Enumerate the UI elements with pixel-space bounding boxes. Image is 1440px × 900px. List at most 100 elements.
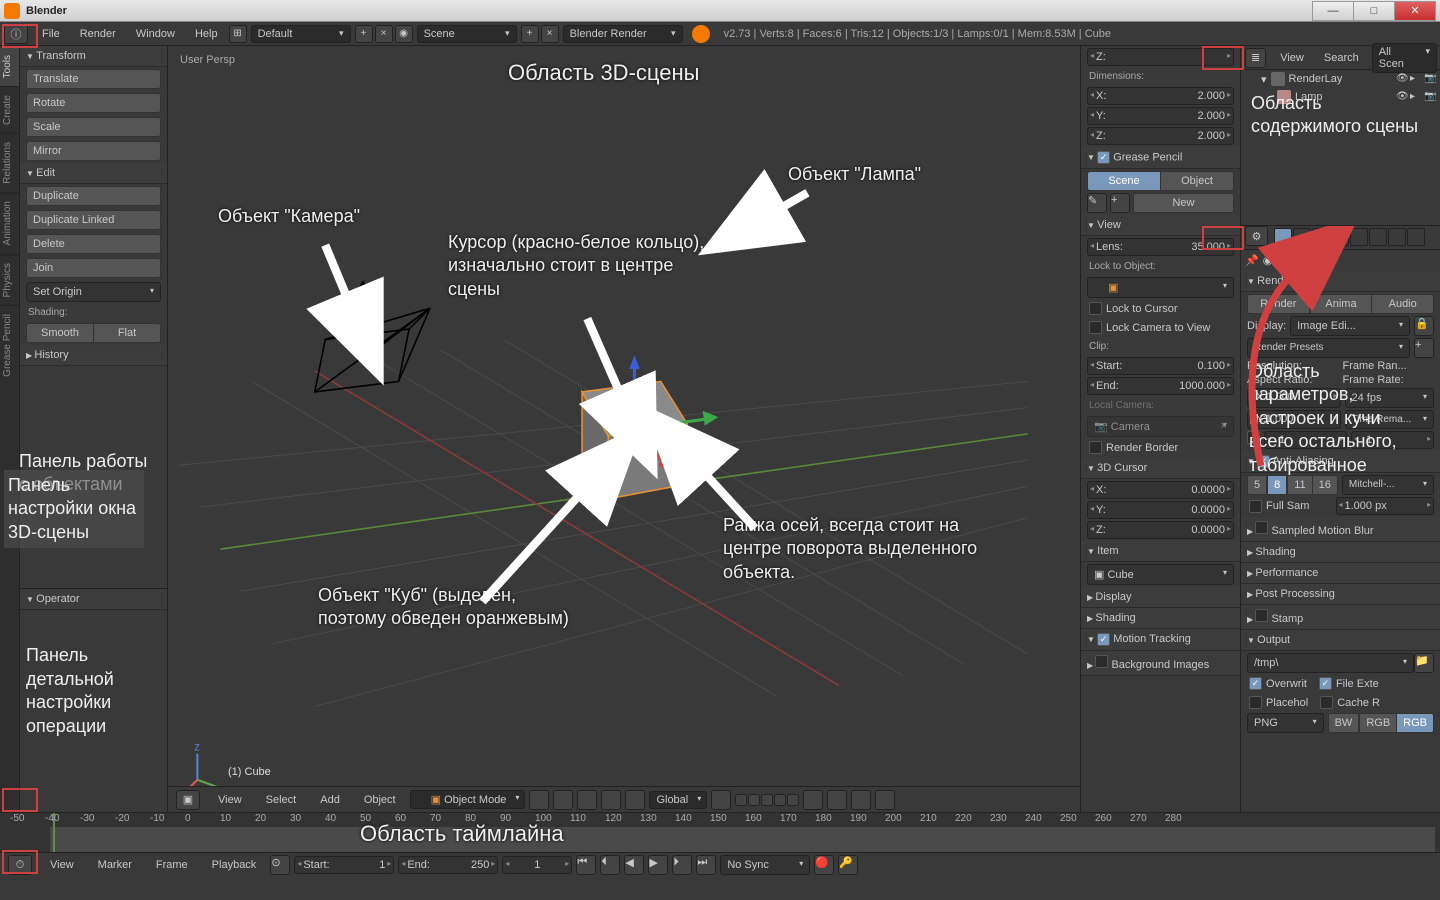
orientation-dropdown[interactable]: Global — [649, 791, 707, 809]
gp-add-icon[interactable]: + — [1110, 193, 1130, 213]
vp-menu-object[interactable]: Object — [354, 788, 406, 812]
post-header[interactable]: Post Processing — [1241, 584, 1440, 605]
render-preview-icon[interactable] — [851, 790, 871, 810]
rotate-button[interactable]: Rotate — [26, 93, 161, 113]
screen-layout-dropdown[interactable]: Default — [251, 25, 351, 43]
history-panel-header[interactable]: History — [20, 345, 167, 366]
item-name-field[interactable]: ▣ Cube — [1087, 564, 1234, 585]
aa-px-field[interactable]: 1.000 px — [1336, 497, 1435, 515]
tab-relations[interactable]: Relations — [0, 133, 19, 192]
viewport-editor-type-icon[interactable]: ▣ — [176, 790, 200, 810]
jump-start-icon[interactable]: ⏮ — [576, 855, 596, 875]
render-anim-icon[interactable] — [875, 790, 895, 810]
tab-physics[interactable]: Physics — [0, 254, 19, 305]
lock-object-field[interactable]: ▣ — [1087, 277, 1234, 298]
vp-menu-add[interactable]: Add — [310, 788, 350, 812]
vp-menu-select[interactable]: Select — [256, 788, 307, 812]
clip-end-field[interactable]: End:1000.000 — [1087, 377, 1234, 395]
tl-current-field[interactable]: 1 — [502, 856, 572, 874]
menu-help[interactable]: Help — [185, 22, 228, 46]
menu-render[interactable]: Render — [70, 22, 126, 46]
viewport-3d[interactable]: User Persp (1) Cube — [168, 46, 1080, 786]
anim-tab[interactable]: Anima — [1310, 294, 1373, 314]
gp-object-button[interactable]: Object — [1161, 171, 1234, 191]
outliner-item-renderlayer[interactable]: ▾ RenderLay 👁▸📷 — [1241, 70, 1440, 88]
duplicate-button[interactable]: Duplicate — [26, 186, 161, 206]
vp-menu-view[interactable]: View — [208, 788, 252, 812]
mode-dropdown[interactable]: ▣ Object Mode — [410, 790, 526, 809]
ptab-constraint-icon[interactable] — [1369, 228, 1387, 246]
transform-panel-header[interactable]: Transform — [20, 46, 167, 67]
layout-del-button[interactable]: × — [375, 25, 393, 43]
operator-panel-header[interactable]: Operator — [20, 589, 167, 610]
join-button[interactable]: Join — [26, 258, 161, 278]
edit-panel-header[interactable]: Edit — [20, 163, 167, 184]
scene-del-button[interactable]: × — [541, 25, 559, 43]
minimize-button[interactable]: — — [1312, 1, 1354, 21]
output-path-field[interactable]: /tmp\ — [1247, 653, 1414, 673]
scene-dropdown[interactable]: Scene — [417, 25, 517, 43]
vis-icon[interactable]: 👁 — [1396, 73, 1408, 85]
autokey-icon[interactable]: 🔴 — [814, 855, 834, 875]
ptab-material-icon[interactable] — [1274, 247, 1292, 265]
render-border-checkbox[interactable] — [1089, 441, 1102, 454]
bw-button[interactable]: BW — [1328, 713, 1360, 733]
ptab-scene-icon[interactable] — [1312, 228, 1330, 246]
smooth-button[interactable]: Smooth — [26, 323, 94, 343]
format-dropdown[interactable]: PNG — [1247, 713, 1324, 733]
clip-start-field[interactable]: Start:0.100 — [1087, 357, 1234, 375]
tab-create[interactable]: Create — [0, 86, 19, 133]
cursor-header[interactable]: 3D Cursor — [1081, 458, 1240, 479]
snap-target-icon[interactable] — [827, 790, 847, 810]
layers-icon[interactable] — [711, 790, 731, 810]
layout-icon[interactable]: ⊞ — [229, 25, 247, 43]
bg-header[interactable]: Background Images — [1081, 651, 1240, 676]
timeline-ruler[interactable]: -50-40-30-20-100102030405060708090100110… — [0, 813, 1440, 853]
close-button[interactable]: ✕ — [1394, 1, 1436, 21]
dim-x-field[interactable]: X:2.000 — [1087, 87, 1234, 105]
timeline-editor-type-icon[interactable]: ⏱ — [8, 855, 32, 875]
dim-y-field[interactable]: Y:2.000 — [1087, 107, 1234, 125]
tl-range-icon[interactable]: ⊙ — [270, 855, 290, 875]
play-reverse-icon[interactable]: ◀ — [624, 855, 644, 875]
shading-mode-icon[interactable] — [529, 790, 549, 810]
flat-button[interactable]: Flat — [94, 323, 161, 343]
smb-header[interactable]: Sampled Motion Blur — [1241, 517, 1440, 542]
gp-header[interactable]: Grease Pencil — [1081, 147, 1240, 169]
props-editor-type-icon[interactable]: ⚙ — [1245, 226, 1268, 246]
play-icon[interactable]: ▶ — [648, 855, 668, 875]
motion-header[interactable]: Motion Tracking — [1081, 629, 1240, 651]
lock-camera-checkbox[interactable] — [1089, 321, 1102, 334]
keyframe-prev-icon[interactable]: ⏴ — [600, 855, 620, 875]
scene-add-button[interactable]: + — [521, 25, 539, 43]
menu-file[interactable]: File — [32, 22, 70, 46]
cache-checkbox[interactable] — [1320, 696, 1333, 709]
shading-header[interactable]: Shading — [1081, 608, 1240, 629]
ptab-object-icon[interactable] — [1350, 228, 1368, 246]
gp-scene-button[interactable]: Scene — [1087, 171, 1161, 191]
browse-icon[interactable]: 📁 — [1414, 653, 1434, 673]
ptab-modifier-icon[interactable] — [1388, 228, 1406, 246]
translate-button[interactable]: Translate — [26, 69, 161, 89]
layout-add-button[interactable]: + — [355, 25, 373, 43]
layer-buttons[interactable] — [735, 794, 799, 806]
lock-icon[interactable]: 🔒 — [1414, 316, 1434, 336]
dim-z-field[interactable]: Z:2.000 — [1087, 127, 1234, 145]
ptab-world-icon[interactable] — [1331, 228, 1349, 246]
rgb-button[interactable]: RGB — [1359, 713, 1397, 733]
keyframe-next-icon[interactable]: ⏵ — [672, 855, 692, 875]
view-header[interactable]: View — [1081, 215, 1240, 236]
ptab-render-icon[interactable] — [1274, 228, 1292, 246]
rend-icon[interactable]: 📷 — [1424, 73, 1436, 85]
tl-menu-frame[interactable]: Frame — [146, 853, 198, 877]
delete-button[interactable]: Delete — [26, 234, 161, 254]
pivot-icon[interactable] — [553, 790, 573, 810]
tl-menu-view[interactable]: View — [40, 853, 84, 877]
manipulator-rotate-icon[interactable] — [601, 790, 621, 810]
sel-icon[interactable]: ▸ — [1410, 73, 1422, 85]
lens-field[interactable]: Lens:35.000 — [1087, 238, 1234, 256]
display-header[interactable]: Display — [1081, 587, 1240, 608]
out-menu-view[interactable]: View — [1270, 46, 1314, 70]
audio-tab[interactable]: Audio — [1372, 294, 1434, 314]
rgba-button[interactable]: RGB — [1397, 713, 1434, 733]
